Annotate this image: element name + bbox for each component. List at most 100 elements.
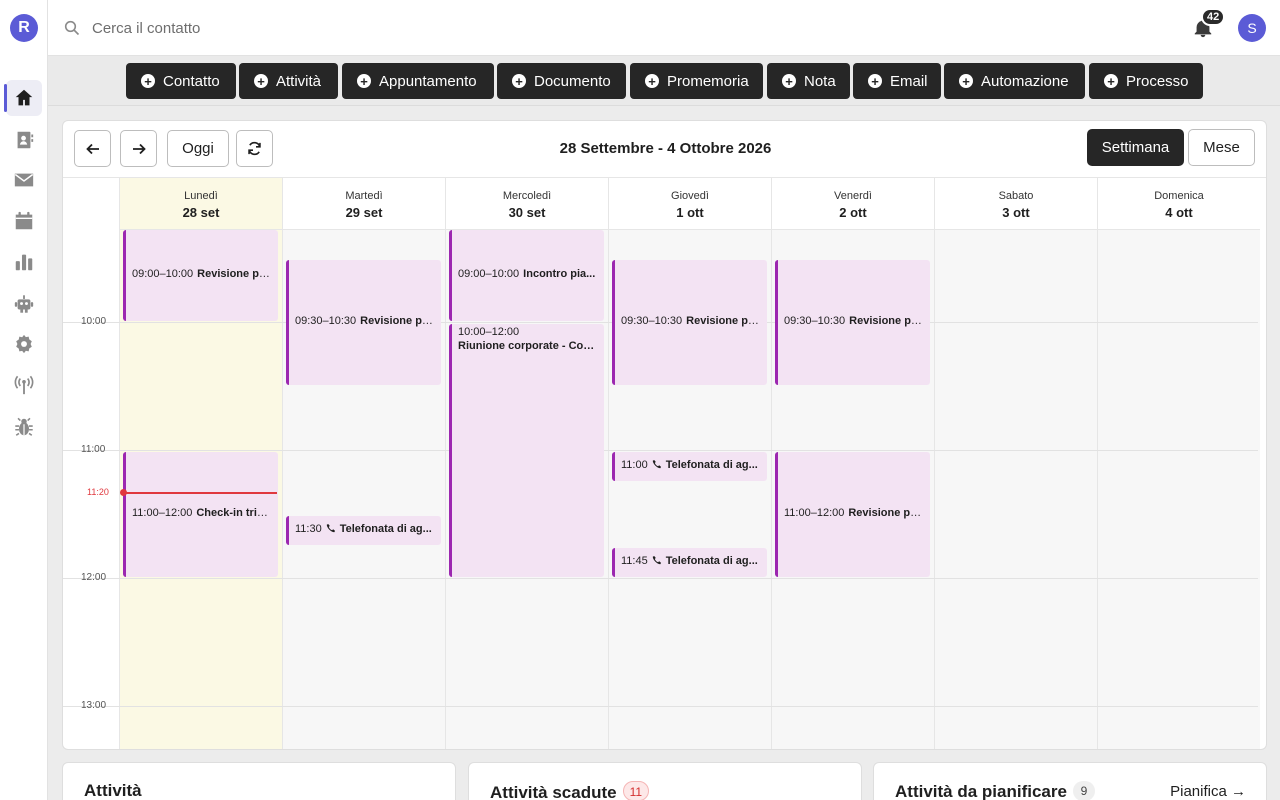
robot-icon	[14, 295, 34, 313]
previous-week-button[interactable]	[74, 130, 111, 167]
plus-circle-icon: +	[357, 74, 371, 88]
quick-add-label: Nota	[804, 72, 836, 90]
hour-label: 12:00	[81, 571, 107, 583]
calendar-card: Oggi 28 Settembre - 4 Ottobre 2026 Setti…	[62, 120, 1267, 750]
plus-circle-icon: +	[782, 74, 796, 88]
call-event[interactable]: 11:00 Telefonata di ag...	[612, 451, 767, 481]
day-header: Martedì 29 set	[283, 178, 445, 230]
quick-add-attivit-button[interactable]: + Attività	[239, 63, 338, 99]
sidebar-item-calendar[interactable]	[6, 203, 42, 239]
event-time: 11:00–12:00	[132, 507, 193, 520]
day-name: Lunedì	[184, 190, 218, 202]
quick-add-nota-button[interactable]: + Nota	[767, 63, 850, 99]
quick-add-processo-button[interactable]: + Processo	[1089, 63, 1203, 99]
day-header: Mercoledì 30 set	[446, 178, 608, 230]
current-time-line	[123, 492, 277, 495]
quick-add-documento-button[interactable]: + Documento	[497, 63, 626, 99]
next-week-button[interactable]	[120, 130, 157, 167]
quick-add-appuntamento-button[interactable]: + Appuntamento	[342, 63, 494, 99]
sidebar-item-debug[interactable]	[6, 409, 42, 445]
panel-title: Attività da pianificare 9	[895, 781, 1095, 800]
day-date: 30 set	[508, 205, 546, 220]
hour-label: 13:00	[81, 699, 107, 711]
sidebar-item-settings[interactable]	[6, 326, 42, 362]
day-date: 1 ott	[676, 205, 704, 220]
notification-count-badge: 42	[1201, 8, 1226, 26]
appointment-event[interactable]: 09:30–10:30 Revisione po...	[286, 259, 441, 385]
tasks-panel: Attività scadute 11	[468, 762, 862, 800]
bug-icon	[15, 417, 33, 436]
quick-add-label: Contatto	[163, 72, 220, 90]
day-column[interactable]: Domenica 4 ott	[1097, 178, 1260, 749]
appointment-event[interactable]: 10:00–12:00 Riunione corporate - Con...	[449, 323, 604, 577]
day-name: Domenica	[1154, 190, 1204, 202]
today-button[interactable]: Oggi	[167, 130, 229, 167]
appointment-event[interactable]: 09:00–10:00 Revisione po...	[123, 230, 278, 321]
event-time: 11:00	[621, 459, 648, 472]
plus-circle-icon: +	[141, 74, 155, 88]
event-time: 11:30	[295, 523, 322, 536]
contact-search-input[interactable]	[92, 16, 492, 40]
appointment-event[interactable]: 09:00–10:00 Incontro pia...	[449, 230, 604, 321]
panel-title: Attività scadute 11	[490, 781, 650, 800]
tasks-panel: Attività	[62, 762, 456, 800]
sidebar-item-reports[interactable]	[6, 244, 42, 280]
count-badge: 9	[1072, 781, 1095, 800]
event-time: 09:00–10:00	[458, 268, 520, 281]
phone-icon	[652, 460, 661, 469]
day-header: Venerdì 2 ott	[772, 178, 934, 230]
quick-add-label: Processo	[1126, 72, 1189, 90]
quick-add-automazione-button[interactable]: + Automazione	[944, 63, 1085, 99]
plan-link[interactable]: Pianifica →	[1170, 783, 1246, 800]
refresh-icon	[248, 141, 261, 156]
calendar-icon	[15, 211, 33, 230]
plus-circle-icon: +	[959, 74, 973, 88]
event-title: Check-in trim...	[196, 507, 272, 520]
app-logo[interactable]: R	[10, 14, 38, 42]
user-avatar[interactable]: S	[1238, 14, 1266, 42]
plus-circle-icon: +	[1104, 74, 1118, 88]
day-header: Lunedì 28 set	[120, 178, 282, 230]
day-column[interactable]: Sabato 3 ott	[934, 178, 1097, 749]
refresh-button[interactable]	[236, 130, 273, 167]
appointment-event[interactable]: 11:00–12:00 Check-in trim...	[123, 451, 278, 577]
sidebar-item-contacts[interactable]	[6, 122, 42, 158]
event-title: Telefonata di ag...	[339, 523, 432, 536]
quick-add-email-button[interactable]: + Email	[853, 63, 941, 99]
day-name: Giovedì	[671, 190, 709, 202]
quick-add-contatto-button[interactable]: + Contatto	[126, 63, 236, 99]
week-view-button[interactable]: Settimana	[1087, 129, 1184, 166]
quick-add-label: Email	[890, 72, 928, 90]
event-time: 09:30–10:30	[784, 315, 846, 328]
sidebar-item-integrations[interactable]	[6, 367, 42, 403]
top-bar: 42 S	[48, 0, 1280, 56]
event-title: Telefonata di ag...	[665, 555, 758, 568]
event-title: Revisione por...	[848, 507, 924, 520]
sidebar-item-email[interactable]	[6, 162, 42, 198]
week-grid: Lunedì 28 set Martedì 29 set Mercoledì 30 set…	[63, 177, 1266, 749]
plus-circle-icon: +	[254, 74, 268, 88]
count-badge: 11	[622, 781, 650, 800]
day-name: Sabato	[998, 190, 1034, 202]
day-name: Mercoledì	[502, 190, 552, 202]
sidebar-item-home[interactable]	[4, 80, 42, 116]
sidebar-item-automation[interactable]	[6, 286, 42, 322]
quick-add-promemoria-button[interactable]: + Promemoria	[630, 63, 763, 99]
appointment-event[interactable]: 11:00–12:00 Revisione por...	[775, 451, 930, 577]
event-title: Incontro pia...	[523, 268, 596, 281]
call-event[interactable]: 11:45 Telefonata di ag...	[612, 547, 767, 577]
day-date: 29 set	[345, 205, 383, 220]
appointment-event[interactable]: 09:30–10:30 Revisione po...	[775, 259, 930, 385]
phone-icon	[652, 556, 661, 565]
appointment-event[interactable]: 09:30–10:30 Revisione po...	[612, 259, 767, 385]
arrow-left-icon	[85, 143, 99, 154]
event-time: 10:00–12:00	[458, 325, 520, 338]
call-event[interactable]: 11:30 Telefonata di ag...	[286, 515, 441, 545]
quick-actions-bar: + Contatto + Attività + Appuntamento + Document…	[48, 56, 1280, 106]
plus-circle-icon: +	[512, 74, 526, 88]
event-time: 09:00–10:00	[132, 268, 194, 281]
gear-icon	[16, 334, 32, 354]
envelope-icon	[14, 173, 34, 187]
day-header: Sabato 3 ott	[935, 178, 1097, 230]
month-view-button[interactable]: Mese	[1188, 129, 1255, 166]
